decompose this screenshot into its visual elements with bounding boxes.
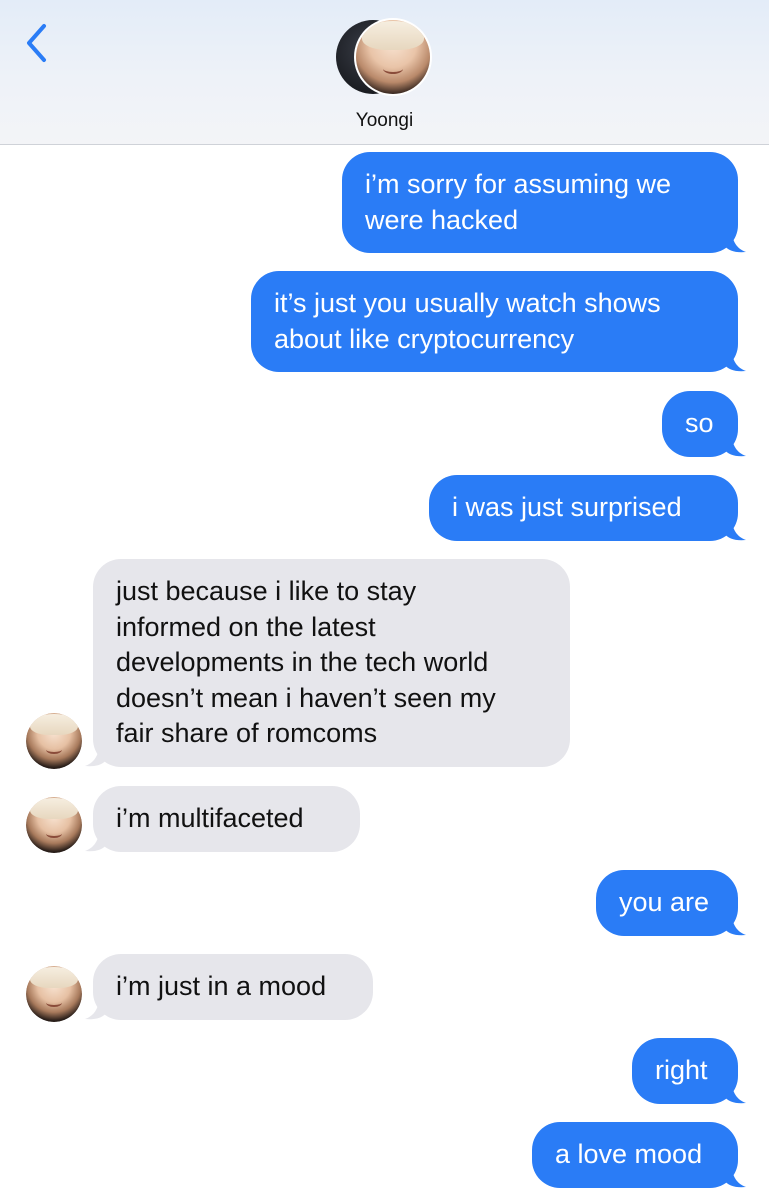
message-line: i’m multifaceted	[116, 803, 304, 833]
incoming-message-bubble[interactable]: i’m just in a mood	[85, 954, 373, 1020]
outgoing-message-bubble[interactable]: a love mood	[532, 1122, 746, 1188]
bubble-tail	[724, 1166, 746, 1188]
message-line: a love mood	[555, 1139, 703, 1169]
sender-avatar[interactable]	[26, 966, 82, 1022]
message-line: just because i like to stay	[116, 576, 417, 606]
sender-avatar[interactable]	[26, 797, 82, 853]
avatar	[354, 18, 432, 96]
message-line: it’s just you usually watch shows	[274, 288, 661, 318]
back-button[interactable]	[18, 20, 58, 66]
bubble-tail	[724, 350, 746, 372]
message-line: doesn’t mean i haven’t seen my	[116, 682, 496, 713]
bubble-tail	[85, 745, 107, 767]
bubble-tail	[85, 830, 107, 852]
avatar-photo	[26, 966, 82, 1022]
bubble-tail	[85, 998, 107, 1020]
message-line: i’m sorry for assuming we	[365, 169, 672, 199]
message-line: fair share of romcoms	[116, 718, 378, 748]
message-line: you are	[619, 887, 710, 917]
message-line: i was just surprised	[452, 492, 682, 522]
avatar-photo	[26, 797, 82, 853]
message-line: developments in the tech world	[116, 647, 489, 677]
bubble-tail	[724, 231, 746, 253]
message-line: informed on the latest	[116, 611, 376, 642]
avatar-photo	[356, 20, 430, 94]
bubble-tail	[724, 435, 746, 457]
chevron-left-icon	[27, 24, 46, 62]
message-line: were hacked	[365, 204, 519, 235]
bubble-tail	[724, 519, 746, 541]
incoming-message-bubble[interactable]: i’m multifaceted	[85, 786, 360, 852]
incoming-message-bubble[interactable]: just because i like to stay informed on …	[85, 559, 570, 767]
outgoing-message-bubble[interactable]: you are	[596, 870, 746, 936]
message-line: i’m just in a mood	[116, 971, 327, 1001]
contact-name[interactable]: Yoongi	[0, 110, 769, 132]
outgoing-message-bubble[interactable]: right	[632, 1038, 746, 1104]
avatar-photo	[26, 713, 82, 769]
outgoing-message-bubble[interactable]: i was just surprised	[429, 475, 746, 541]
bubble-tail	[724, 914, 746, 936]
conversation-header: Yoongi	[0, 0, 769, 145]
sender-avatar[interactable]	[26, 713, 82, 769]
message-line: about like cryptocurrency	[274, 323, 575, 354]
outgoing-message-bubble[interactable]: i’m sorry for assuming we were hacked	[342, 152, 746, 253]
outgoing-message-bubble[interactable]: it’s just you usually watch shows about …	[251, 271, 746, 372]
outgoing-message-bubble[interactable]: so	[662, 391, 746, 457]
bubble-tail	[724, 1082, 746, 1104]
contact-avatar-group[interactable]	[336, 18, 436, 96]
